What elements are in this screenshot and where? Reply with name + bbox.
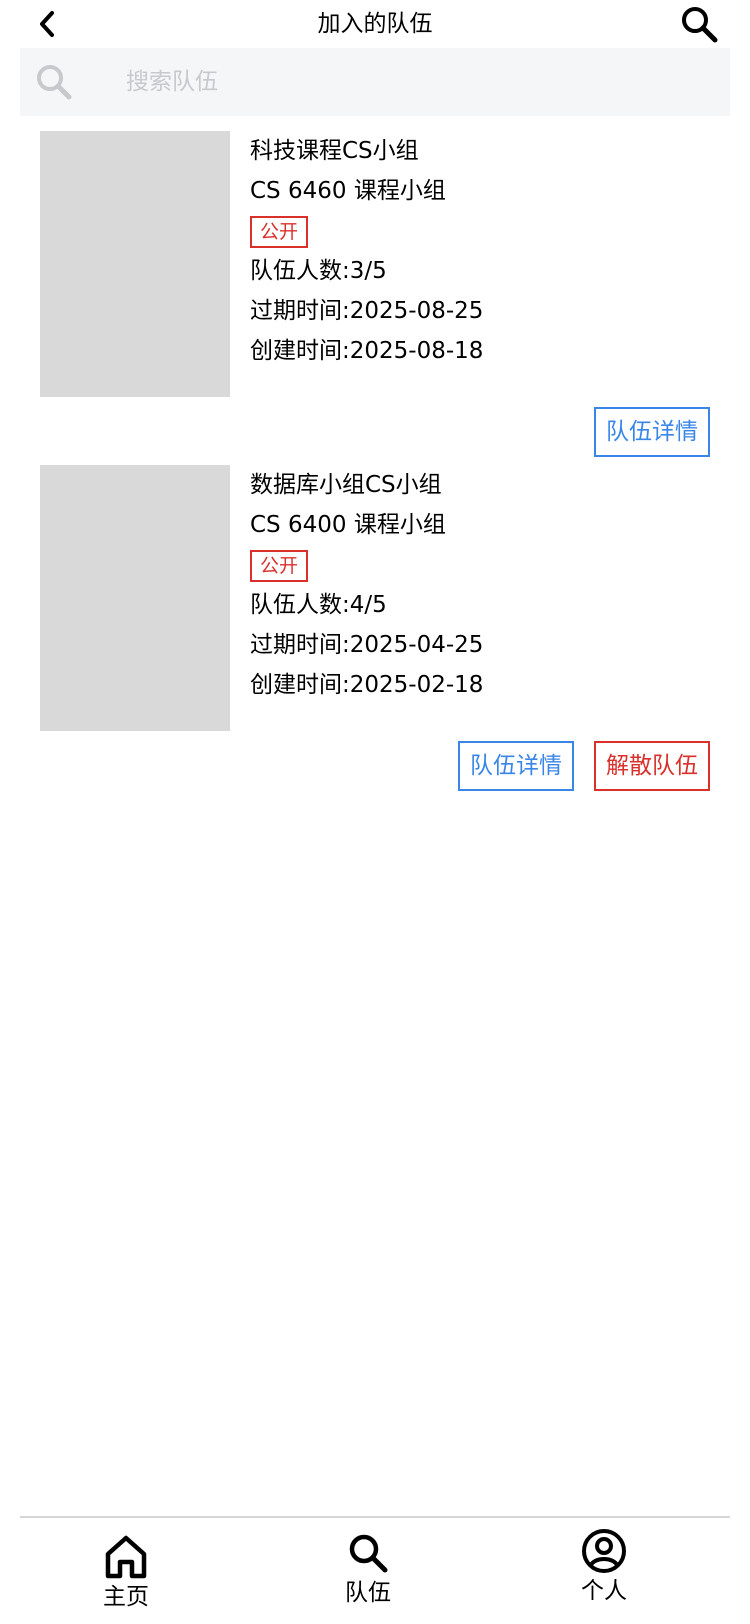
- visibility-row: 公开: [250, 545, 720, 585]
- card-actions: 队伍详情 解散队伍: [458, 741, 710, 791]
- tab-home[interactable]: 主页: [46, 1518, 206, 1624]
- search-bar: [20, 48, 730, 116]
- visibility-badge: 公开: [250, 216, 309, 248]
- team-info: 数据库小组CS小组 CS 6400 课程小组 公开 队伍人数: 4/5 过期时间…: [250, 465, 720, 705]
- search-icon: [34, 62, 74, 102]
- tab-teams[interactable]: 队伍: [288, 1518, 448, 1624]
- card-actions: 队伍详情: [594, 407, 710, 457]
- search-input[interactable]: [126, 69, 686, 95]
- member-count-value: 4/5: [349, 592, 387, 618]
- tab-teams-label: 队伍: [345, 1580, 391, 1606]
- team-course: CS 6460 课程小组: [250, 178, 446, 204]
- bottom-tab-bar: 主页 队伍 个人: [20, 1516, 730, 1624]
- visibility-row: 公开: [250, 211, 720, 251]
- created-time-value: 2025-08-18: [349, 338, 484, 364]
- team-name: 科技课程CS小组: [250, 138, 419, 164]
- created-time: 创建时间: 2025-02-18: [250, 665, 720, 705]
- search-icon: [343, 1528, 393, 1578]
- disband-team-button[interactable]: 解散队伍: [594, 741, 710, 791]
- member-count-value: 3/5: [349, 258, 387, 284]
- created-time-label: 创建时间:: [250, 338, 350, 364]
- search-icon: [682, 7, 718, 43]
- tab-profile[interactable]: 个人: [524, 1518, 684, 1624]
- team-card: 科技课程CS小组 CS 6460 课程小组 公开 队伍人数: 3/5 过期时间:…: [0, 131, 750, 477]
- team-info: 科技课程CS小组 CS 6460 课程小组 公开 队伍人数: 3/5 过期时间:…: [250, 131, 720, 371]
- member-count: 队伍人数: 3/5: [250, 251, 720, 291]
- expire-time-label: 过期时间:: [250, 298, 350, 324]
- member-count-label: 队伍人数:: [250, 592, 350, 618]
- team-details-button[interactable]: 队伍详情: [594, 407, 710, 457]
- team-thumbnail: [40, 131, 230, 397]
- created-time-value: 2025-02-18: [349, 672, 484, 698]
- joined-teams-page: 加入的队伍 科技课程CS小组 CS 6460 课程小组 公开 队: [0, 0, 750, 1624]
- member-count-label: 队伍人数:: [250, 258, 350, 284]
- header-search-button[interactable]: [678, 4, 720, 44]
- member-count: 队伍人数: 4/5: [250, 585, 720, 625]
- expire-time-value: 2025-08-25: [349, 298, 484, 324]
- team-card: 数据库小组CS小组 CS 6400 课程小组 公开 队伍人数: 4/5 过期时间…: [0, 465, 750, 811]
- expire-time: 过期时间: 2025-04-25: [250, 625, 720, 665]
- expire-time: 过期时间: 2025-08-25: [250, 291, 720, 331]
- expire-time-label: 过期时间:: [250, 632, 350, 658]
- team-course: CS 6400 课程小组: [250, 512, 446, 538]
- page-title: 加入的队伍: [317, 11, 433, 37]
- tab-home-label: 主页: [103, 1584, 149, 1610]
- team-details-button[interactable]: 队伍详情: [458, 741, 574, 791]
- team-name: 数据库小组CS小组: [250, 472, 442, 498]
- header: 加入的队伍: [0, 0, 750, 48]
- user-circle-icon: [579, 1526, 629, 1576]
- created-time: 创建时间: 2025-08-18: [250, 331, 720, 371]
- visibility-badge: 公开: [250, 550, 309, 582]
- team-thumbnail: [40, 465, 230, 731]
- home-icon: [101, 1532, 151, 1582]
- tab-profile-label: 个人: [581, 1578, 627, 1604]
- expire-time-value: 2025-04-25: [349, 632, 484, 658]
- created-time-label: 创建时间:: [250, 672, 350, 698]
